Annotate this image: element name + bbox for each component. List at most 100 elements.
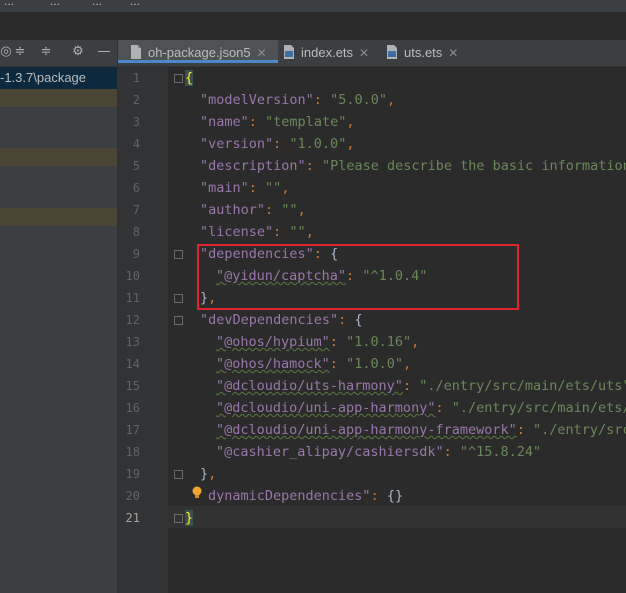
editor-tab-bar: oh-package.json5 ✕ index.ets ✕ uts.ets ✕ [118, 40, 626, 67]
line-number: 2 [132, 93, 140, 107]
tab-index-ets[interactable]: index.ets ✕ [283, 40, 383, 66]
json-key: "@ohos/hamock" [216, 356, 330, 372]
code-line-15: "@dcloudio/uts-harmony": "./entry/src/ma… [216, 375, 626, 397]
lightbulb-icon[interactable] [191, 486, 203, 500]
line-number: 14 [125, 357, 140, 371]
json-key: "modelVersion" [200, 92, 314, 108]
json-value: "./entry/src/ [533, 422, 626, 438]
code-line-6: "main": "", [200, 180, 290, 196]
tree-item-highlight[interactable] [0, 208, 117, 226]
line-number: 11 [125, 291, 140, 305]
ets-file-icon [284, 45, 294, 59]
json-key: "@dcloudio/uni-app-harmony-framework" [216, 422, 517, 438]
expand-icon[interactable]: ≑ [38, 44, 54, 60]
tree-item-highlight[interactable] [0, 89, 117, 107]
code-line-7: "author": "", [200, 202, 306, 218]
close-icon[interactable]: ✕ [359, 46, 369, 60]
json-value: "Please describe the basic information [321, 158, 626, 174]
menu-item[interactable]: ... [92, 0, 102, 8]
menu-item[interactable]: ... [130, 0, 140, 8]
project-sidebar: ◎ ≑ ≑ ⚙ — -1.3.7\package [0, 40, 118, 593]
json-key: "version" [200, 136, 274, 152]
current-line-highlight [168, 506, 626, 528]
line-number: 17 [125, 423, 140, 437]
brace: } [200, 466, 209, 482]
code-line-3: "name": "template", [200, 114, 355, 130]
ets-file-icon [387, 45, 397, 59]
json-value: "" [289, 224, 306, 240]
json-key: "@dcloudio/uni-app-harmony" [216, 400, 436, 416]
tab-uts-ets[interactable]: uts.ets ✕ [386, 40, 486, 66]
json-value: "" [281, 202, 298, 218]
line-number: 3 [132, 115, 140, 129]
json-value: "./entry/src/main/ets/uts" [419, 378, 626, 394]
code-line-19: }, [200, 466, 217, 482]
menu-bar: ... ... ... ... [0, 0, 626, 12]
fold-marker[interactable] [174, 294, 183, 303]
json-value: "" [265, 180, 282, 196]
annotation-box [197, 244, 519, 310]
code-line-18: "@cashier_alipay/cashiersdk": "^15.8.24" [216, 444, 542, 460]
gear-icon[interactable]: ⚙ [70, 44, 86, 60]
json-key: "main" [200, 180, 249, 196]
json-key: "license" [200, 224, 274, 240]
json-key: "@ohos/hypium" [216, 334, 330, 350]
json-value: "template" [265, 114, 347, 130]
json-value: "./entry/src/main/ets/u [451, 400, 626, 416]
line-number: 19 [125, 467, 140, 481]
code-line-12: "devDependencies": { [200, 312, 363, 328]
line-number: 15 [125, 379, 140, 393]
menu-item[interactable]: ... [4, 0, 14, 8]
code-line-8: "license": "", [200, 224, 314, 240]
line-number: 4 [132, 137, 140, 151]
fold-marker[interactable] [174, 470, 183, 479]
tree-item-package-path[interactable]: -1.3.7\package [0, 67, 117, 89]
tab-label: oh-package.json5 [148, 45, 251, 60]
line-number: 10 [125, 269, 140, 283]
json-key: "author" [200, 202, 266, 218]
code-line-2: "modelVersion": "5.0.0", [200, 92, 396, 108]
menu-item[interactable]: ... [50, 0, 60, 8]
json-key: "description" [200, 158, 306, 174]
code-line-16: "@dcloudio/uni-app-harmony": "./entry/sr… [216, 397, 626, 419]
line-number: 8 [132, 225, 140, 239]
code-line-17: "@dcloudio/uni-app-harmony-framework": "… [216, 419, 626, 441]
sidebar-toolbar: ◎ ≑ ≑ ⚙ — [0, 40, 117, 67]
line-number: 20 [125, 489, 140, 503]
line-number: 6 [132, 181, 140, 195]
tree-item-label: -1.3.7\package [0, 70, 87, 85]
code-line-5: "description": "Please describe the basi… [200, 155, 626, 177]
tree-item-highlight[interactable] [0, 148, 117, 166]
json-value: "1.0.0" [289, 136, 347, 152]
json-value: "5.0.0" [330, 92, 387, 108]
json-key: dynamicDependencies" [208, 488, 371, 504]
line-number: 1 [132, 71, 140, 85]
brace: } [185, 510, 194, 526]
code-line-4: "version": "1.0.0", [200, 136, 355, 152]
line-number: 7 [132, 203, 140, 217]
json-key: "@cashier_alipay/cashiersdk" [216, 444, 444, 460]
json-value: "^15.8.24" [459, 444, 542, 460]
line-number: 9 [132, 247, 140, 261]
close-icon[interactable]: ✕ [257, 46, 267, 60]
fold-marker[interactable] [174, 74, 183, 83]
close-icon[interactable]: ✕ [448, 46, 458, 60]
json-key: "@dcloudio/uts-harmony" [216, 378, 403, 394]
line-number: 16 [125, 401, 140, 415]
json-file-icon [131, 45, 141, 59]
json-value: "1.0.0" [346, 356, 403, 372]
brace: { [185, 70, 194, 86]
fold-marker[interactable] [174, 514, 183, 523]
json-value: "1.0.16" [346, 334, 412, 350]
minimize-icon[interactable]: — [96, 44, 112, 60]
collapse-icon[interactable]: ≑ [12, 44, 28, 60]
tab-oh-package-json5[interactable]: oh-package.json5 ✕ [118, 40, 278, 63]
json-key: "name" [200, 114, 249, 130]
fold-marker[interactable] [174, 250, 183, 259]
tab-label: index.ets [301, 45, 354, 60]
fold-marker[interactable] [174, 316, 183, 325]
line-number: 12 [125, 313, 140, 327]
json-key: "devDependencies" [200, 312, 339, 328]
tab-label: uts.ets [404, 45, 443, 60]
code-line-20: dynamicDependencies": {} [208, 488, 404, 504]
